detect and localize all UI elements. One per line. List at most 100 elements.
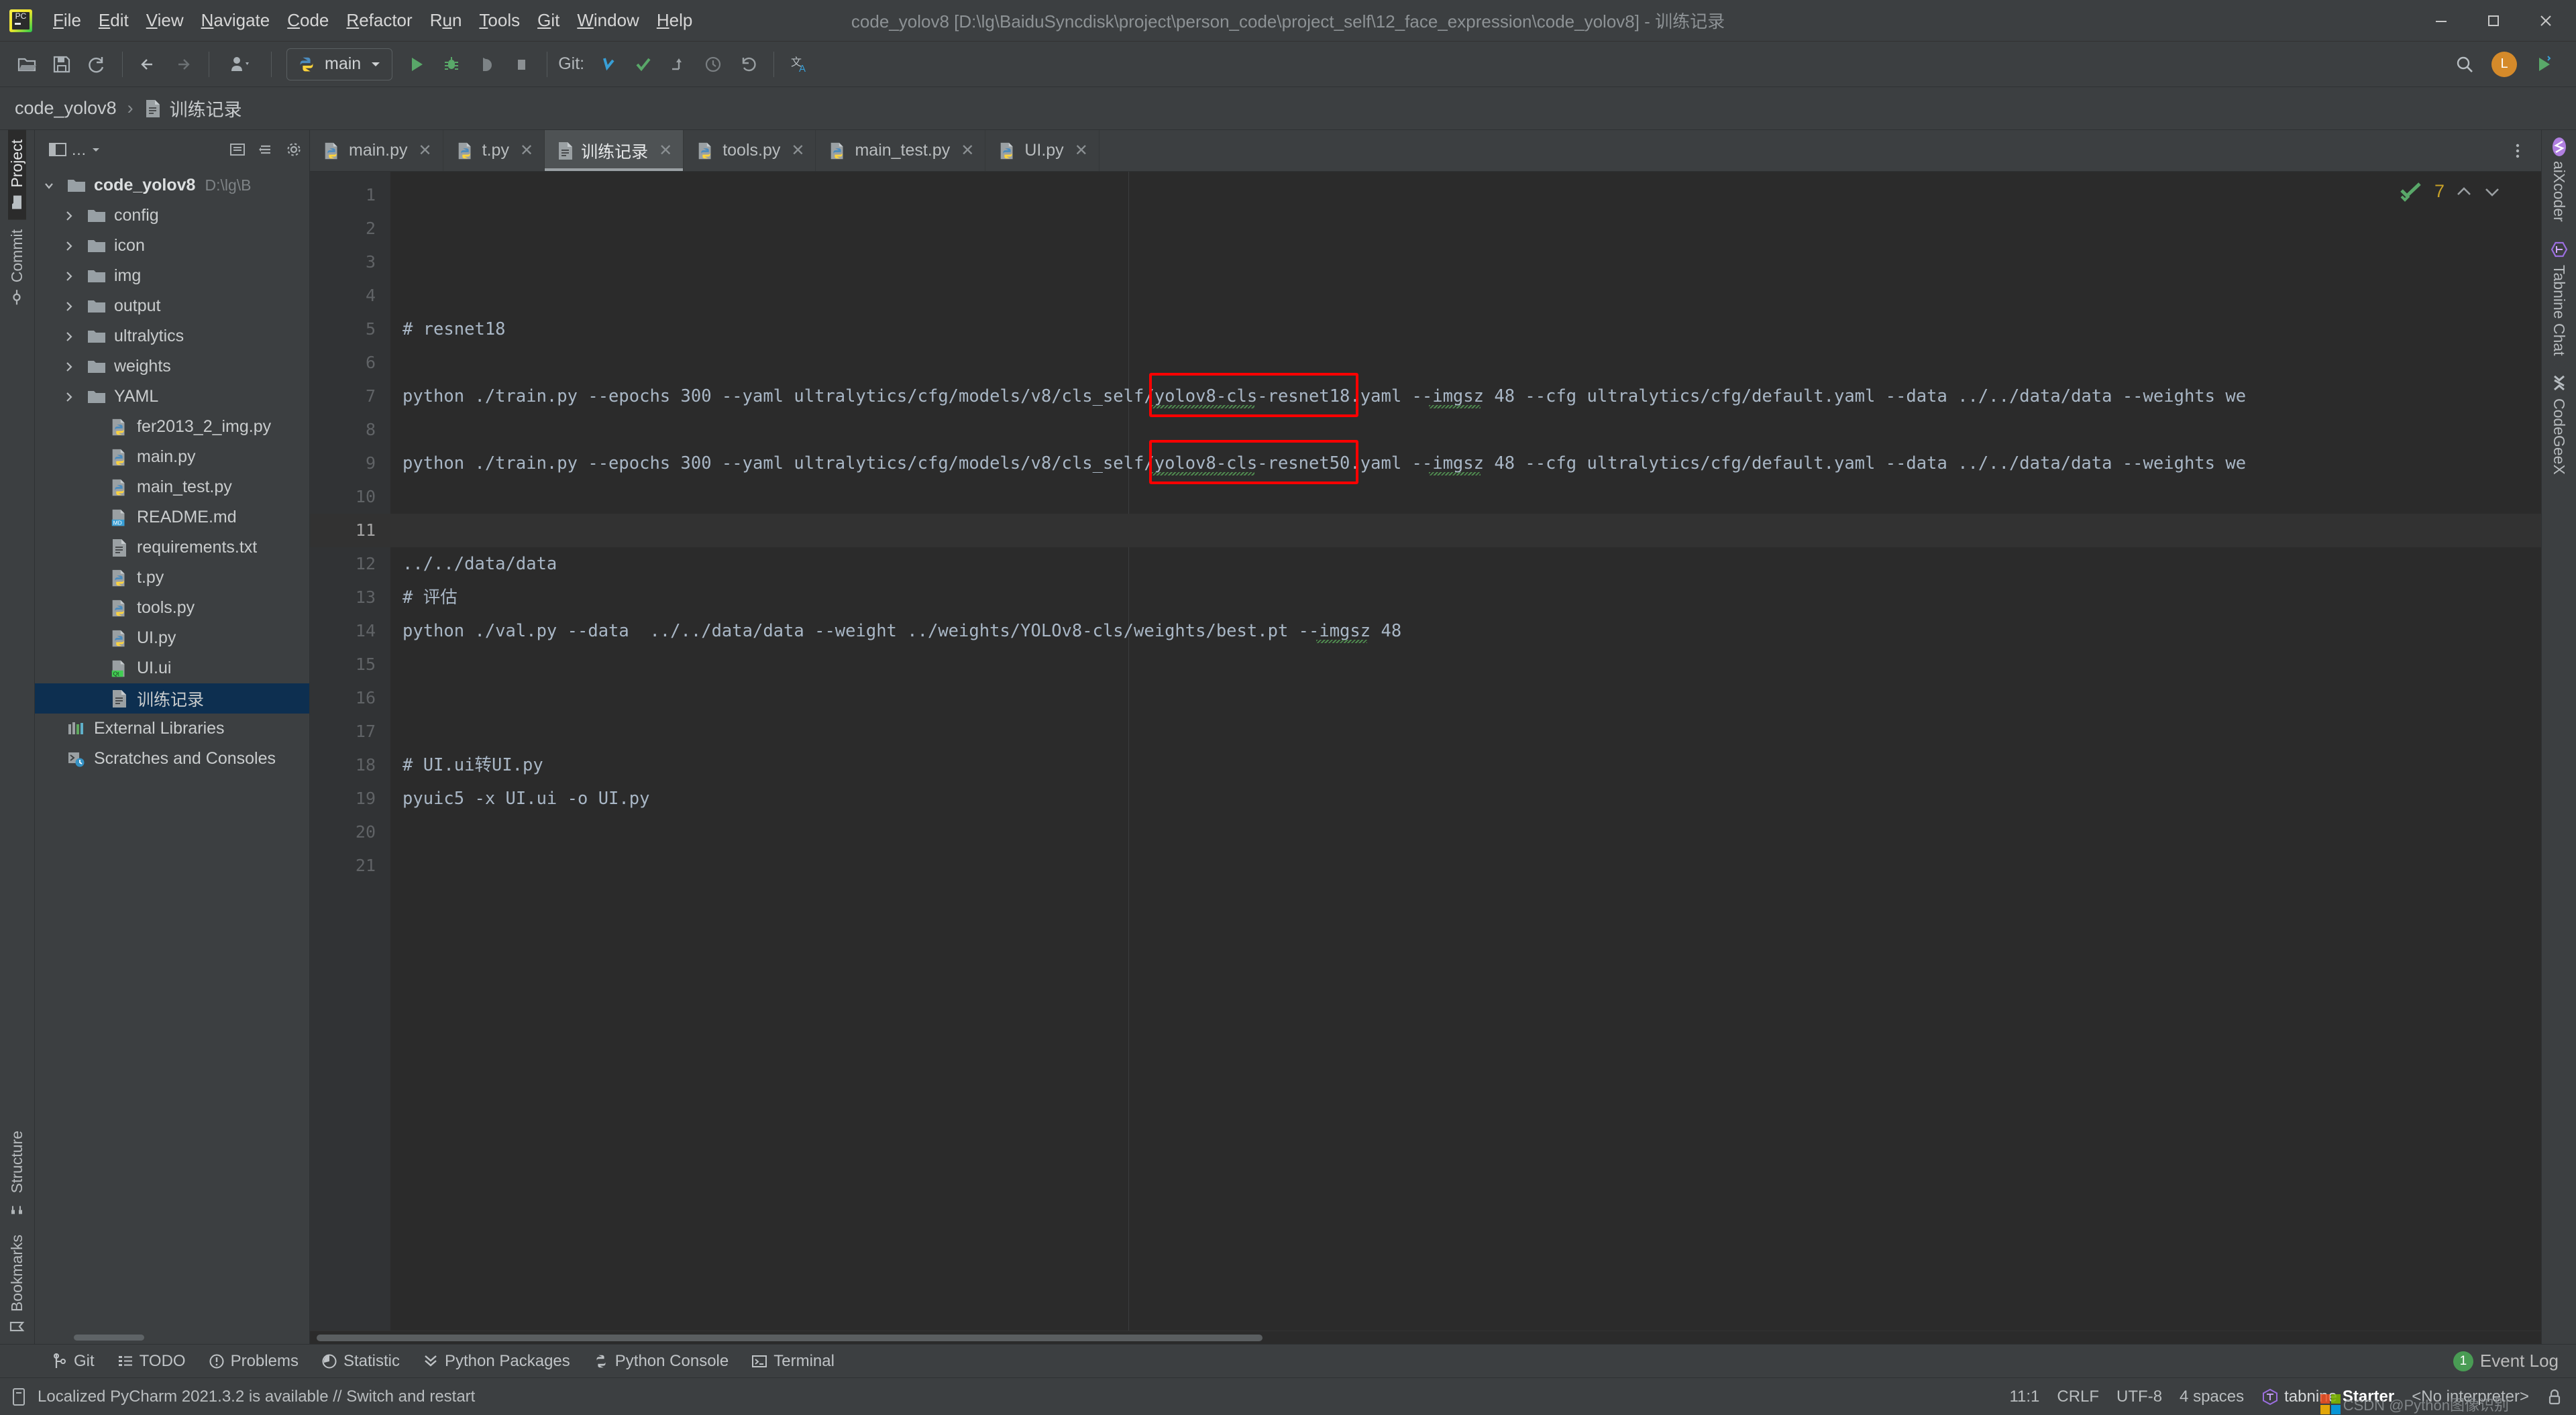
save-icon[interactable] xyxy=(46,49,77,80)
menu-tools[interactable]: Tools xyxy=(470,6,529,35)
status-message[interactable]: Localized PyCharm 2021.3.2 is available … xyxy=(38,1388,475,1406)
ide-run-icon[interactable] xyxy=(2528,49,2559,80)
user-profile-icon[interactable] xyxy=(219,49,261,80)
tree-item[interactable]: Qt UI.ui xyxy=(35,653,309,683)
editor-tabs-options-icon[interactable] xyxy=(2494,130,2541,171)
code-line[interactable] xyxy=(390,346,2541,380)
tree-item[interactable]: main.py xyxy=(35,442,309,472)
breadcrumb-project[interactable]: code_yolov8 xyxy=(15,98,117,119)
chevron-down-icon[interactable] xyxy=(43,180,64,192)
editor-hscrollbar[interactable] xyxy=(310,1331,2541,1344)
back-arrow-icon[interactable] xyxy=(133,49,164,80)
tree-item[interactable]: MD README.md xyxy=(35,502,309,532)
chevron-right-icon[interactable] xyxy=(63,240,85,252)
menu-window[interactable]: Window xyxy=(568,6,647,35)
tree-item[interactable]: 训练记录 xyxy=(35,683,309,714)
git-commit-icon[interactable] xyxy=(628,49,659,80)
chevron-right-icon[interactable] xyxy=(63,270,85,282)
tree-item[interactable]: ultralytics xyxy=(35,321,309,351)
chevron-down-icon[interactable] xyxy=(2483,184,2501,199)
menu-file[interactable]: FFileile xyxy=(44,6,90,35)
avatar[interactable]: L xyxy=(2491,51,2517,77)
menu-navigate[interactable]: Navigate xyxy=(193,6,279,35)
chevron-right-icon[interactable] xyxy=(63,300,85,313)
sidebar-tab-project[interactable]: Project xyxy=(8,130,26,220)
gear-icon[interactable] xyxy=(285,141,303,158)
tabnine-status[interactable]: tabnine Starter xyxy=(2261,1388,2394,1406)
tree-item[interactable]: img xyxy=(35,261,309,291)
tool-window-button[interactable]: Terminal xyxy=(740,1349,846,1374)
editor-tab[interactable]: t.py ✕ xyxy=(443,130,545,171)
tree-item[interactable]: output xyxy=(35,291,309,321)
code-line[interactable]: # UI.ui转UI.py xyxy=(390,748,2541,782)
tree-item[interactable]: UI.py xyxy=(35,623,309,653)
collapse-all-icon[interactable] xyxy=(257,141,274,158)
tool-window-button[interactable]: Statistic xyxy=(310,1349,411,1374)
code-line[interactable]: pyuic5 -x UI.ui -o UI.py xyxy=(390,782,2541,815)
code-line[interactable] xyxy=(390,279,2541,313)
close-button[interactable] xyxy=(2520,1,2572,41)
git-history-icon[interactable] xyxy=(698,49,729,80)
menu-code[interactable]: Code xyxy=(278,6,337,35)
chevron-right-icon[interactable] xyxy=(63,210,85,222)
code-line[interactable] xyxy=(390,245,2541,279)
editor-tab[interactable]: tools.py ✕ xyxy=(684,130,816,171)
git-push-icon[interactable] xyxy=(663,49,694,80)
tree-item[interactable]: External Libraries xyxy=(35,714,309,744)
search-everywhere-icon[interactable] xyxy=(2449,49,2480,80)
select-opened-file-icon[interactable] xyxy=(229,141,246,158)
sidebar-tab-structure[interactable]: Structure xyxy=(8,1121,26,1225)
chevron-right-icon[interactable] xyxy=(63,391,85,403)
chevron-right-icon[interactable] xyxy=(63,361,85,373)
close-icon[interactable]: ✕ xyxy=(961,141,974,160)
close-icon[interactable]: ✕ xyxy=(520,141,533,160)
close-icon[interactable]: ✕ xyxy=(791,141,804,160)
caret-position[interactable]: 11:1 xyxy=(2009,1388,2039,1406)
editor-tab[interactable]: UI.py ✕ xyxy=(985,130,1099,171)
python-interpreter[interactable]: <No interpreter> xyxy=(2412,1388,2529,1406)
editor-tab[interactable]: main_test.py ✕ xyxy=(816,130,986,171)
menu-run[interactable]: Run xyxy=(421,6,471,35)
close-icon[interactable]: ✕ xyxy=(659,141,672,160)
tool-window-button[interactable]: Python Packages xyxy=(411,1349,582,1374)
lock-icon[interactable] xyxy=(2546,1388,2563,1406)
editor-tab[interactable]: main.py ✕ xyxy=(310,130,443,171)
tree-item[interactable]: Scratches and Consoles xyxy=(35,744,309,774)
editor-gutter[interactable]: 1 2 3 4 5 6 7 8 9 10 11 12 13 14 15 16 17 18 19 20 21 xyxy=(310,172,390,1331)
editor-tab[interactable]: 训练记录 ✕ xyxy=(545,130,684,171)
close-icon[interactable]: ✕ xyxy=(1075,141,1088,160)
code-line[interactable]: ../../data/data xyxy=(390,547,2541,581)
code-line[interactable]: # 评估 xyxy=(390,581,2541,614)
menu-help[interactable]: Help xyxy=(648,6,701,35)
code-line[interactable] xyxy=(390,849,2541,883)
sidebar-tab-bookmarks[interactable]: Bookmarks xyxy=(8,1225,26,1344)
code-line[interactable] xyxy=(390,715,2541,748)
tree-item[interactable]: YAML xyxy=(35,382,309,412)
inspection-widget[interactable]: 7 xyxy=(2400,181,2501,202)
forward-arrow-icon[interactable] xyxy=(168,49,199,80)
breadcrumb-file[interactable]: 训练记录 xyxy=(170,95,242,121)
open-folder-icon[interactable] xyxy=(11,49,42,80)
tree-item[interactable]: weights xyxy=(35,351,309,382)
indent-setting[interactable]: 4 spaces xyxy=(2180,1388,2244,1406)
git-update-icon[interactable] xyxy=(593,49,624,80)
tree-item[interactable]: fer2013_2_img.py xyxy=(35,412,309,442)
tree-item[interactable]: requirements.txt xyxy=(35,532,309,563)
menu-git[interactable]: Git xyxy=(529,6,568,35)
sidebar-tab-codegeex[interactable]: CodeGeeX xyxy=(2550,365,2569,484)
tree-item[interactable]: code_yolov8 D:\lg\B xyxy=(35,170,309,201)
project-view-selector[interactable]: … xyxy=(44,138,105,162)
sidebar-tab-aixcoder[interactable]: aiXcoder xyxy=(2549,130,2569,231)
chevron-right-icon[interactable] xyxy=(63,331,85,343)
menu-edit[interactable]: Edit xyxy=(90,6,138,35)
tool-window-button[interactable]: Problems xyxy=(197,1349,310,1374)
code-line[interactable] xyxy=(390,681,2541,715)
run-with-coverage-icon[interactable] xyxy=(471,49,502,80)
code-line[interactable] xyxy=(390,480,2541,514)
sync-icon[interactable] xyxy=(81,49,112,80)
code-line[interactable]: python ./val.py --data ../../data/data -… xyxy=(390,614,2541,648)
code-content[interactable]: # resnet18 python ./train.py --epochs 300… xyxy=(390,172,2541,1331)
debug-icon[interactable] xyxy=(436,49,467,80)
tree-item[interactable]: config xyxy=(35,201,309,231)
code-line[interactable]: # resnet18 xyxy=(390,313,2541,346)
